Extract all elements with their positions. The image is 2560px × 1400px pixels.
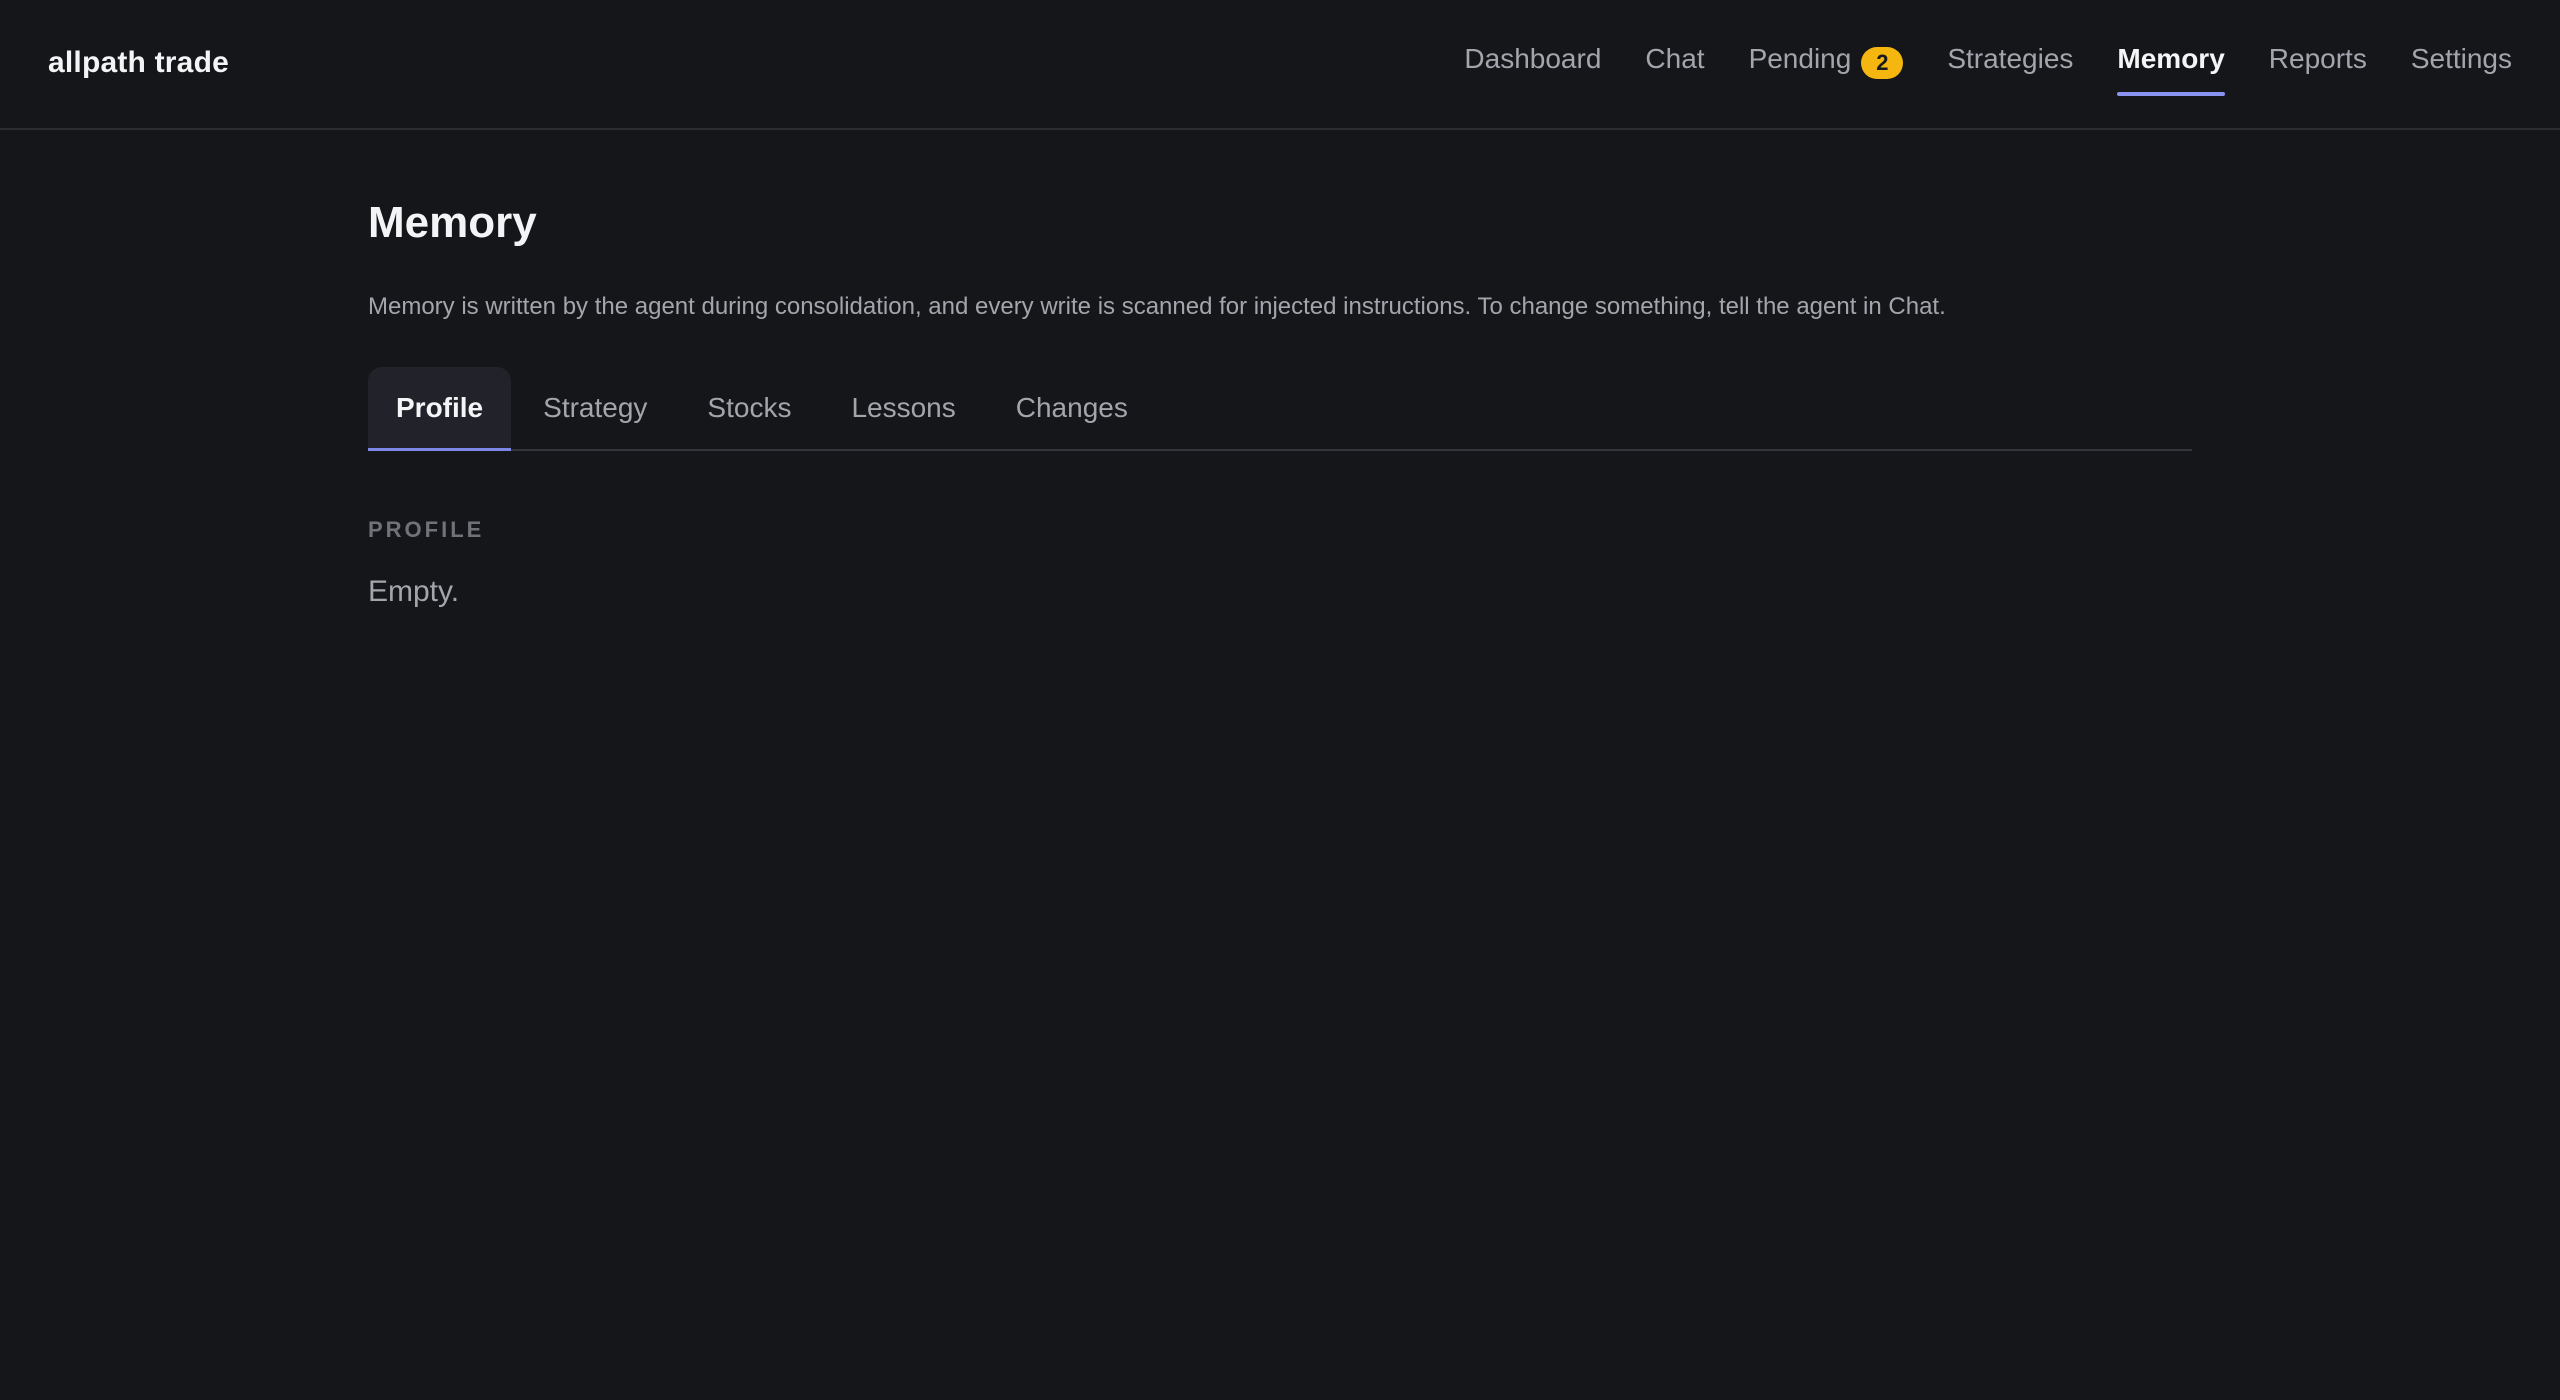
nav-item-label: Strategies: [1947, 43, 2074, 74]
tab-changes[interactable]: Changes: [988, 367, 1156, 449]
tab-label: Changes: [1015, 392, 1128, 423]
nav-item-settings[interactable]: Settings: [2411, 0, 2512, 128]
tab-label: Stocks: [707, 392, 792, 423]
nav-item-label: Memory: [2117, 43, 2225, 74]
top-navigation-bar: allpath trade Dashboard Chat Pending 2 S…: [0, 0, 2560, 130]
main-content: Memory Memory is written by the agent du…: [368, 130, 2192, 609]
nav-item-label: Settings: [2410, 43, 2512, 74]
tab-label: Strategy: [543, 392, 648, 423]
tab-strategy[interactable]: Strategy: [515, 367, 675, 449]
memory-tabs: Profile Strategy Stocks Lessons Changes: [368, 367, 2192, 451]
section-heading: PROFILE: [368, 517, 485, 542]
nav-item-strategies[interactable]: Strategies: [1947, 0, 2073, 128]
tab-label: Profile: [396, 392, 484, 423]
nav-item-label: Chat: [1645, 43, 1705, 74]
page-description: Memory is written by the agent during co…: [368, 293, 1946, 320]
pending-count-badge: 2: [1861, 47, 1904, 79]
tab-label: Lessons: [851, 392, 956, 423]
tab-profile[interactable]: Profile: [368, 367, 512, 451]
brand-logo-text[interactable]: allpath trade: [48, 46, 229, 80]
nav-item-chat[interactable]: Chat: [1645, 0, 1704, 128]
empty-state-text: Empty.: [368, 575, 460, 608]
nav-item-pending[interactable]: Pending 2: [1749, 0, 1904, 128]
tab-stocks[interactable]: Stocks: [679, 367, 819, 449]
main-nav: Dashboard Chat Pending 2 Strategies Memo…: [1464, 0, 2512, 128]
tab-lessons[interactable]: Lessons: [823, 367, 983, 449]
nav-item-label: Reports: [2268, 43, 2367, 74]
page-title: Memory: [368, 198, 537, 247]
nav-item-reports[interactable]: Reports: [2269, 0, 2367, 128]
nav-item-dashboard[interactable]: Dashboard: [1464, 0, 1601, 128]
nav-item-label: Dashboard: [1464, 43, 1602, 74]
nav-item-memory[interactable]: Memory: [2117, 0, 2226, 128]
nav-item-label: Pending: [1748, 43, 1852, 74]
